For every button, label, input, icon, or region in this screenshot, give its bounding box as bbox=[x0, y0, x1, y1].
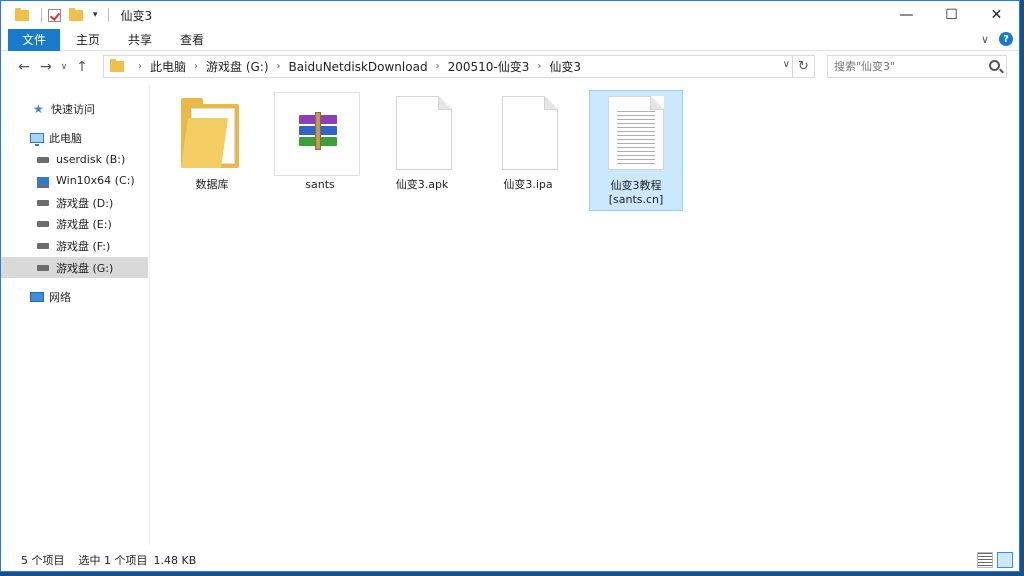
sidebar-item-label: 网络 bbox=[49, 290, 71, 304]
file-name-line: [sants.cn] bbox=[608, 193, 664, 206]
sidebar-item-drive-d[interactable]: 游戏盘 (D:) bbox=[1, 192, 148, 213]
item-count: 5 个项目 bbox=[21, 554, 65, 567]
breadcrumb-separator[interactable]: › bbox=[194, 61, 198, 72]
search-box bbox=[827, 55, 1007, 78]
blank-file-icon bbox=[396, 96, 452, 170]
file-item-folder[interactable]: 数据库 bbox=[165, 90, 259, 211]
window-controls: — ☐ ✕ bbox=[884, 1, 1019, 29]
file-item-apk[interactable]: 仙变3.apk bbox=[375, 90, 469, 211]
sidebar-item-this-pc[interactable]: 此电脑 bbox=[1, 127, 148, 148]
file-item-archive[interactable]: sants bbox=[273, 90, 367, 211]
search-icon[interactable] bbox=[989, 60, 1000, 71]
properties-icon[interactable] bbox=[48, 8, 61, 22]
new-folder-icon[interactable] bbox=[69, 7, 83, 21]
drive-icon bbox=[37, 242, 49, 249]
sidebar-item-drive-f[interactable]: 游戏盘 (F:) bbox=[1, 235, 148, 256]
ribbon-tabs: 文件 主页 共享 查看 ∨ ? bbox=[1, 28, 1019, 51]
drive-icon bbox=[37, 264, 49, 271]
maximize-button[interactable]: ☐ bbox=[929, 1, 974, 29]
breadcrumb-separator[interactable]: › bbox=[537, 61, 541, 72]
address-history-icon[interactable]: ∨ bbox=[783, 59, 790, 70]
breadcrumb-200510[interactable]: 200510-仙变3 bbox=[448, 58, 530, 75]
sidebar-item-drive-b[interactable]: userdisk (B:) bbox=[1, 149, 148, 170]
drive-icon bbox=[37, 220, 49, 227]
recent-locations-button[interactable]: ∨ bbox=[57, 56, 71, 78]
selection-count: 选中 1 个项目 bbox=[78, 554, 148, 567]
large-icons-view-icon[interactable] bbox=[997, 552, 1013, 568]
text-file-icon bbox=[608, 96, 664, 170]
explorer-window: ▾ 仙变3 — ☐ ✕ 文件 主页 共享 查看 ∨ ? ← → ∨ ↑ › 此电… bbox=[0, 0, 1020, 572]
view-toggle bbox=[977, 552, 1013, 568]
breadcrumb-separator[interactable]: › bbox=[277, 61, 281, 72]
window-title: 仙变3 bbox=[120, 8, 153, 23]
quick-access-toolbar: ▾ bbox=[1, 1, 115, 29]
star-icon: ★ bbox=[33, 101, 44, 116]
refresh-button[interactable]: ↻ bbox=[792, 56, 814, 77]
sidebar-item-label: 游戏盘 (E:) bbox=[56, 217, 112, 231]
sidebar-item-label: 游戏盘 (F:) bbox=[56, 239, 111, 253]
up-button[interactable]: ↑ bbox=[71, 56, 93, 78]
network-icon bbox=[30, 291, 44, 302]
help-icon[interactable]: ? bbox=[999, 32, 1013, 46]
title-bar: ▾ 仙变3 — ☐ ✕ bbox=[1, 1, 1019, 29]
customize-toolbar-icon[interactable]: ▾ bbox=[93, 10, 98, 20]
toolbar-divider bbox=[41, 8, 42, 22]
file-name: 仙变3教程 [sants.cn] bbox=[590, 179, 682, 207]
folder-icon bbox=[181, 98, 239, 168]
tab-file[interactable]: 文件 bbox=[8, 28, 61, 51]
sidebar-item-drive-c[interactable]: Win10x64 (C:) bbox=[1, 170, 148, 191]
sidebar-item-drive-g[interactable]: 游戏盘 (G:) bbox=[1, 257, 148, 278]
folder-icon bbox=[110, 59, 124, 72]
breadcrumb-separator[interactable]: › bbox=[138, 61, 142, 72]
breadcrumb-current[interactable]: 仙变3 bbox=[549, 58, 581, 75]
address-bar[interactable]: › 此电脑 › 游戏盘 (G:) › BaiduNetdiskDownload … bbox=[103, 55, 815, 78]
sidebar-item-label: userdisk (B:) bbox=[56, 153, 126, 166]
file-name: 仙变3.ipa bbox=[503, 178, 553, 191]
back-button[interactable]: ← bbox=[13, 56, 35, 78]
file-name: sants bbox=[305, 178, 335, 191]
blank-file-icon bbox=[502, 96, 558, 170]
tab-view[interactable]: 查看 bbox=[168, 29, 216, 51]
forward-button[interactable]: → bbox=[35, 56, 57, 78]
sidebar-item-label: 快速访问 bbox=[51, 102, 95, 116]
breadcrumb-baidu[interactable]: BaiduNetdiskDownload bbox=[289, 60, 428, 74]
navigation-bar: ← → ∨ ↑ › 此电脑 › 游戏盘 (G:) › BaiduNetdiskD… bbox=[1, 51, 1019, 83]
file-list: 数据库 sants 仙变3.apk 仙变3.ipa 仙变3教程 [sants.c… bbox=[151, 85, 1011, 545]
breadcrumb-this-pc[interactable]: 此电脑 bbox=[150, 58, 186, 75]
search-input[interactable] bbox=[834, 60, 984, 73]
close-button[interactable]: ✕ bbox=[974, 1, 1019, 29]
tab-share[interactable]: 共享 bbox=[116, 29, 164, 51]
drive-icon bbox=[37, 156, 49, 163]
ribbon-right-controls: ∨ ? bbox=[981, 32, 1013, 46]
sidebar-item-label: 游戏盘 (G:) bbox=[56, 261, 114, 275]
breadcrumb-separator[interactable]: › bbox=[436, 61, 440, 72]
pane-divider[interactable] bbox=[149, 85, 150, 545]
sidebar-item-drive-e[interactable]: 游戏盘 (E:) bbox=[1, 213, 148, 234]
windows-drive-icon bbox=[37, 176, 49, 188]
status-bar: 5 个项目 选中 1 个项目 1.48 KB bbox=[1, 549, 1019, 571]
file-name: 仙变3.apk bbox=[395, 178, 449, 191]
winrar-archive-icon bbox=[274, 92, 360, 176]
drive-icon bbox=[37, 199, 49, 206]
file-item-ipa[interactable]: 仙变3.ipa bbox=[481, 90, 575, 211]
expand-ribbon-icon[interactable]: ∨ bbox=[981, 33, 989, 46]
computer-icon bbox=[30, 132, 44, 146]
sidebar-item-label: Win10x64 (C:) bbox=[56, 174, 135, 187]
sidebar-item-label: 游戏盘 (D:) bbox=[56, 196, 114, 210]
sidebar-item-network[interactable]: 网络 bbox=[1, 286, 148, 307]
sidebar-item-quick-access[interactable]: ★ 快速访问 bbox=[1, 98, 148, 119]
selection-size: 1.48 KB bbox=[153, 553, 197, 567]
sidebar-item-label: 此电脑 bbox=[49, 131, 82, 145]
file-name: 数据库 bbox=[195, 178, 229, 191]
details-view-icon[interactable] bbox=[977, 552, 993, 568]
breadcrumb-drive-g[interactable]: 游戏盘 (G:) bbox=[206, 58, 269, 75]
file-name-line: 仙变3教程 bbox=[610, 179, 662, 192]
folder-icon[interactable] bbox=[15, 7, 29, 21]
toolbar-divider bbox=[107, 8, 109, 22]
file-item-text[interactable]: 仙变3教程 [sants.cn] bbox=[589, 90, 683, 211]
tab-home[interactable]: 主页 bbox=[64, 29, 112, 51]
navigation-pane: ★ 快速访问 此电脑 userdisk (B:) Win10x64 (C:) 游… bbox=[1, 85, 149, 545]
minimize-button[interactable]: — bbox=[884, 1, 929, 29]
